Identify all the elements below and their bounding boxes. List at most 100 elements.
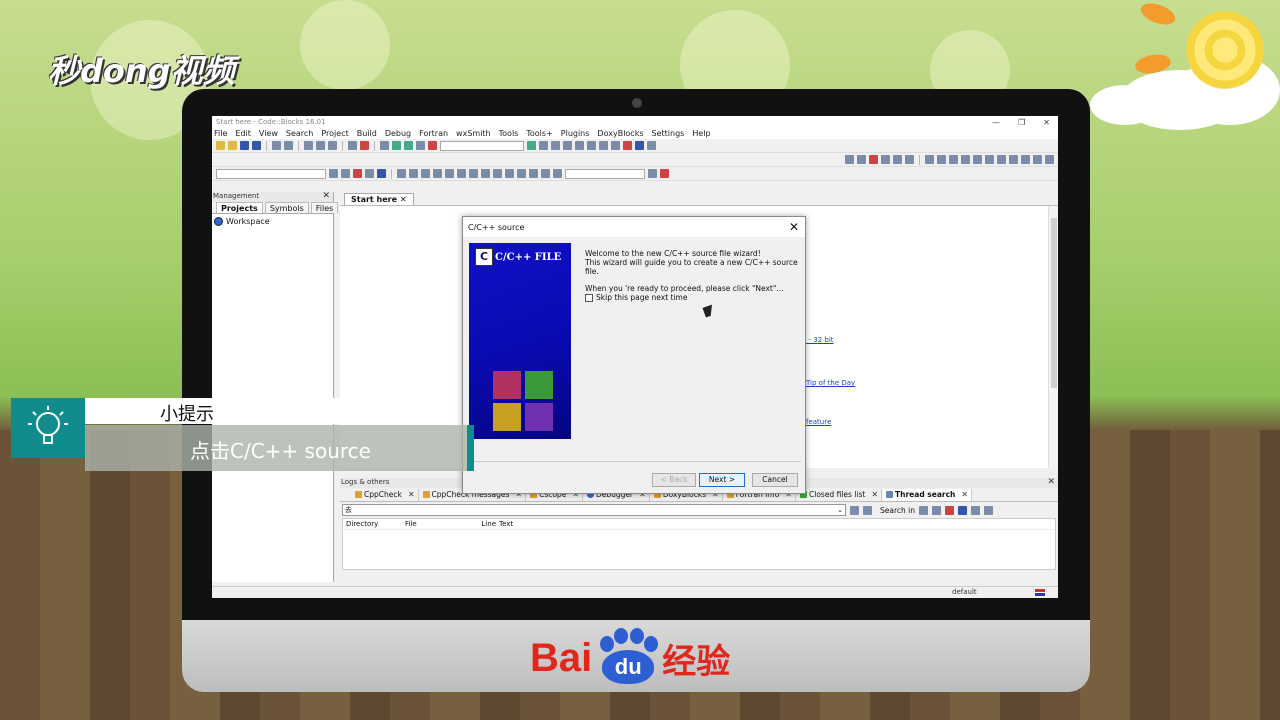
close-icon[interactable]: ✕ xyxy=(408,490,415,499)
scrollbar-thumb[interactable] xyxy=(1051,218,1057,388)
search-icon[interactable] xyxy=(850,505,859,515)
menu-project[interactable]: Project xyxy=(321,129,348,138)
widget-c-icon[interactable] xyxy=(469,169,478,178)
save-all-icon[interactable] xyxy=(252,141,261,150)
scope-select[interactable] xyxy=(216,168,326,179)
col-directory[interactable]: Directory xyxy=(343,520,405,528)
doxy-html-icon[interactable] xyxy=(1009,155,1018,164)
new-file-icon[interactable] xyxy=(216,141,225,150)
menu-plugins[interactable]: Plugins xyxy=(561,129,590,138)
close-icon[interactable]: ✕ xyxy=(961,490,968,499)
zoom-in-icon[interactable] xyxy=(517,169,526,178)
search-directory-icon[interactable] xyxy=(958,505,967,515)
widget-b-icon[interactable] xyxy=(457,169,466,178)
search-workspace-icon[interactable] xyxy=(945,505,954,515)
jump-forward-icon[interactable] xyxy=(1045,155,1054,164)
uncomment-icon[interactable] xyxy=(937,155,946,164)
widget-f-icon[interactable] xyxy=(505,169,514,178)
comment-icon[interactable] xyxy=(925,155,934,164)
menu-edit[interactable]: Edit xyxy=(235,129,251,138)
options-icon[interactable] xyxy=(863,505,872,515)
highlight-icon[interactable] xyxy=(353,169,362,178)
start-link-feature[interactable]: feature xyxy=(806,418,831,426)
tab-files[interactable]: Files xyxy=(310,202,339,213)
editor-scrollbar[interactable] xyxy=(1048,206,1058,468)
checkbox-box[interactable] xyxy=(585,293,593,302)
bookmark-next-icon[interactable] xyxy=(893,155,902,164)
undo-icon[interactable] xyxy=(272,141,281,150)
menu-file[interactable]: File xyxy=(214,129,227,138)
search-open-files-icon[interactable] xyxy=(919,505,928,515)
next-line-icon[interactable] xyxy=(551,141,560,150)
doxy-inline-icon[interactable] xyxy=(961,155,970,164)
redo-icon[interactable] xyxy=(284,141,293,150)
start-link-tip[interactable]: Tip of the Day xyxy=(806,379,855,387)
col-line[interactable]: Line xyxy=(481,520,499,528)
prev-icon[interactable] xyxy=(845,155,854,164)
col-text[interactable]: Text xyxy=(499,520,513,528)
save-icon[interactable] xyxy=(240,141,249,150)
menu-wxsmith[interactable]: wxSmith xyxy=(456,129,491,138)
menu-settings[interactable]: Settings xyxy=(652,129,685,138)
symbol-s-icon[interactable] xyxy=(541,169,550,178)
close-icon[interactable]: ✕ xyxy=(1047,477,1055,487)
step-out-icon[interactable] xyxy=(575,141,584,150)
workspace-node[interactable]: Workspace xyxy=(212,214,333,229)
close-icon[interactable]: ✕ xyxy=(322,191,330,201)
close-icon[interactable]: ✕ xyxy=(871,490,878,499)
font-icon[interactable] xyxy=(377,169,386,178)
copy-icon[interactable] xyxy=(316,141,325,150)
step-into-icon[interactable] xyxy=(563,141,572,150)
next-button[interactable]: Next > xyxy=(699,473,745,487)
replace-icon[interactable] xyxy=(360,141,369,150)
run-icon[interactable] xyxy=(392,141,401,150)
bookmark-clear-icon[interactable] xyxy=(905,155,914,164)
doxy-wizard-icon[interactable] xyxy=(973,155,982,164)
thread-search-input[interactable]: 去 ⌄ xyxy=(342,504,846,516)
jump-back-icon[interactable] xyxy=(1033,155,1042,164)
tab-cppcheck[interactable]: CppCheck ✕ xyxy=(352,488,419,501)
bookmark-icon[interactable] xyxy=(869,155,878,164)
zoom-out-icon[interactable] xyxy=(529,169,538,178)
cancel-button[interactable]: Cancel xyxy=(752,473,798,487)
frame-icon[interactable] xyxy=(409,169,418,178)
pause-icon[interactable] xyxy=(611,141,620,150)
panel-icon[interactable] xyxy=(421,169,430,178)
menu-help[interactable]: Help xyxy=(692,129,710,138)
nav-forward-icon[interactable] xyxy=(341,169,350,178)
minimize-icon[interactable]: — xyxy=(992,118,1000,127)
restore-icon[interactable]: ❐ xyxy=(1018,118,1025,127)
doxy-extract-icon[interactable] xyxy=(985,155,994,164)
symbol-select[interactable] xyxy=(565,168,645,179)
pointer-icon[interactable] xyxy=(397,169,406,178)
doxy-run-icon[interactable] xyxy=(997,155,1006,164)
debug-info-icon[interactable] xyxy=(647,141,656,150)
start-link-release[interactable]: e - 32 bit xyxy=(802,336,834,344)
open-icon[interactable] xyxy=(228,141,237,150)
doxy-comment-icon[interactable] xyxy=(949,155,958,164)
build-run-icon[interactable] xyxy=(404,141,413,150)
close-icon[interactable]: ✕ xyxy=(1043,118,1050,127)
menu-search[interactable]: Search xyxy=(286,129,313,138)
stop-debug-icon[interactable] xyxy=(623,141,632,150)
build-target-select[interactable] xyxy=(440,140,524,151)
abort-icon[interactable] xyxy=(428,141,437,150)
color-icon[interactable] xyxy=(365,169,374,178)
menu-build[interactable]: Build xyxy=(357,129,377,138)
search-project-icon[interactable] xyxy=(932,505,941,515)
dialog-icon[interactable] xyxy=(433,169,442,178)
widget-a-icon[interactable] xyxy=(445,169,454,178)
chevron-down-icon[interactable]: ⌄ xyxy=(837,505,843,515)
menu-view[interactable]: View xyxy=(259,129,278,138)
tools-icon[interactable] xyxy=(1021,155,1030,164)
menu-tools-plus[interactable]: Tools+ xyxy=(526,129,552,138)
paste-icon[interactable] xyxy=(328,141,337,150)
tab-closed-files[interactable]: Closed files list ✕ xyxy=(797,488,883,501)
debug-windows-icon[interactable] xyxy=(635,141,644,150)
next-icon[interactable] xyxy=(857,155,866,164)
search-icon[interactable] xyxy=(648,169,657,178)
menu-doxyblocks[interactable]: DoxyBlocks xyxy=(597,129,643,138)
back-button[interactable]: < Back xyxy=(652,473,696,487)
settings-icon[interactable] xyxy=(660,169,669,178)
menu-debug[interactable]: Debug xyxy=(385,129,411,138)
